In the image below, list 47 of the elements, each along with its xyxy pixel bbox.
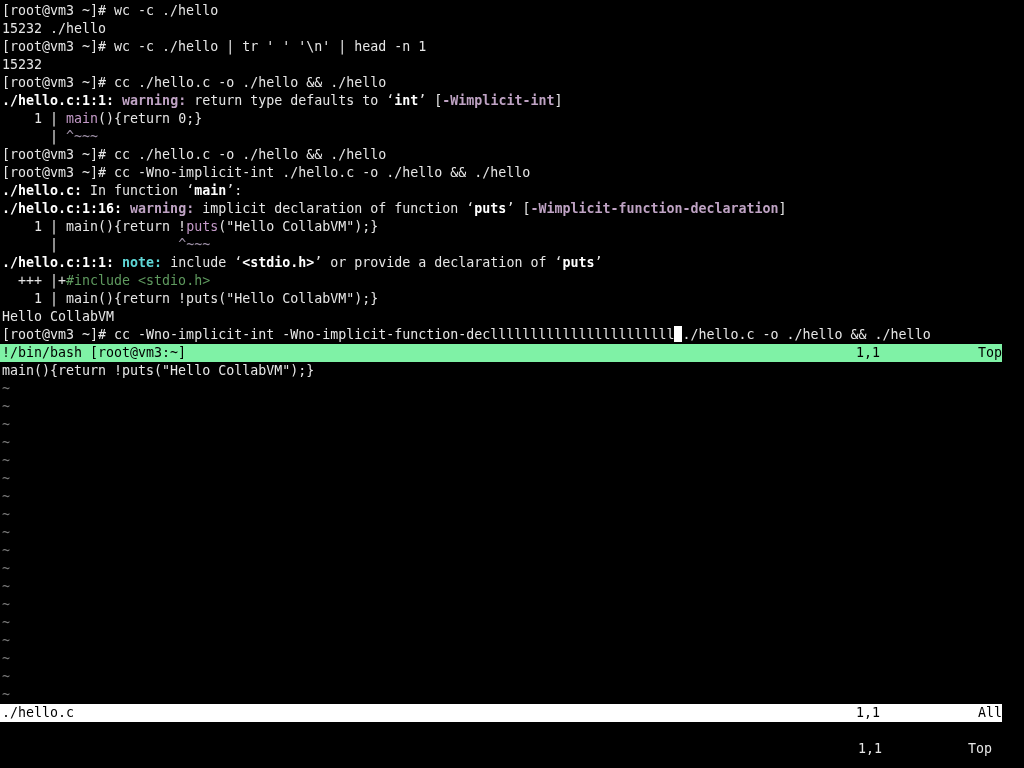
terminal-line: ./hello.c: In function ‘main’: bbox=[1, 182, 244, 200]
empty-line-marker: ~ bbox=[1, 668, 11, 686]
empty-line-marker: ~ bbox=[1, 506, 11, 524]
terminal-line: [root@vm3 ~]# cc -Wno-implicit-int ./hello.c -o ./hello && ./hello bbox=[1, 164, 532, 182]
terminal-line: ./hello.c:1:1: warning: return type defaults to ‘int’ [-Wimplicit-int] bbox=[1, 92, 564, 110]
empty-line-marker: ~ bbox=[1, 488, 11, 506]
empty-line-marker: ~ bbox=[1, 524, 11, 542]
terminal-line: 1 | main(){return 0;} bbox=[33, 110, 204, 128]
text-cursor bbox=[674, 326, 683, 342]
terminal-line: [root@vm3 ~]# cc ./hello.c -o ./hello && ./hello bbox=[1, 146, 388, 164]
code-line: main(){return !puts("Hello CollabVM");} bbox=[1, 362, 316, 380]
terminal-line: ./hello.c:1:16: warning: implicit declaration of function ‘puts’ [-Wimplicit-function-declaration] bbox=[1, 200, 788, 218]
scroll-position: Top bbox=[968, 740, 993, 758]
file-name: ./hello.c bbox=[2, 704, 76, 722]
empty-line-marker: ~ bbox=[1, 416, 11, 434]
file-name: !/bin/bash [root@vm3:~] bbox=[2, 344, 188, 362]
terminal-line: Hello CollabVM bbox=[1, 308, 116, 326]
terminal-line: | ^~~~ bbox=[49, 128, 100, 146]
empty-line-marker: ~ bbox=[1, 578, 11, 596]
cursor-position: 1,1 bbox=[858, 740, 884, 758]
cursor-position: 1,1 bbox=[856, 344, 882, 362]
empty-line-marker: ~ bbox=[1, 398, 11, 416]
terminal-line: +++ |+#include <stdio.h> bbox=[17, 272, 212, 290]
cursor-position: 1,1 bbox=[856, 704, 882, 722]
empty-line-marker: ~ bbox=[1, 650, 11, 668]
empty-line-marker: ~ bbox=[1, 632, 11, 650]
terminal-line: [root@vm3 ~]# cc -Wno-implicit-int -Wno-implicit-function-declllllllllllllllllllllll ./hello.c -o ./hello && ./hello bbox=[1, 326, 932, 344]
scroll-position: Top bbox=[976, 344, 1002, 362]
empty-line-marker: ~ bbox=[1, 596, 11, 614]
empty-line-marker: ~ bbox=[1, 470, 11, 488]
empty-line-marker: ~ bbox=[1, 560, 11, 578]
empty-line-marker: ~ bbox=[1, 434, 11, 452]
terminal-line: 1 | main(){return !puts("Hello CollabVM");} bbox=[33, 290, 380, 308]
terminal-line: 1 | main(){return !puts("Hello CollabVM");} bbox=[33, 218, 380, 236]
terminal-line: 15232 bbox=[1, 56, 44, 74]
empty-line-marker: ~ bbox=[1, 686, 11, 704]
terminal-line: ./hello.c:1:1: note: include ‘<stdio.h>’ or provide a declaration of ‘puts’ bbox=[1, 254, 604, 272]
empty-line-marker: ~ bbox=[1, 452, 11, 470]
empty-line-marker: ~ bbox=[1, 614, 11, 632]
terminal-line: [root@vm3 ~]# cc ./hello.c -o ./hello && ./hello bbox=[1, 74, 388, 92]
terminal-line: [root@vm3 ~]# wc -c ./hello | tr ' ' '\n' | head -n 1 bbox=[1, 38, 428, 56]
terminal-line: | ^~~~ bbox=[49, 236, 212, 254]
empty-line-marker: ~ bbox=[1, 542, 11, 560]
terminal-line: 15232 ./hello bbox=[1, 20, 108, 38]
scroll-position: All bbox=[976, 704, 1002, 722]
terminal-line: [root@vm3 ~]# wc -c ./hello bbox=[1, 2, 220, 20]
empty-line-marker: ~ bbox=[1, 380, 11, 398]
